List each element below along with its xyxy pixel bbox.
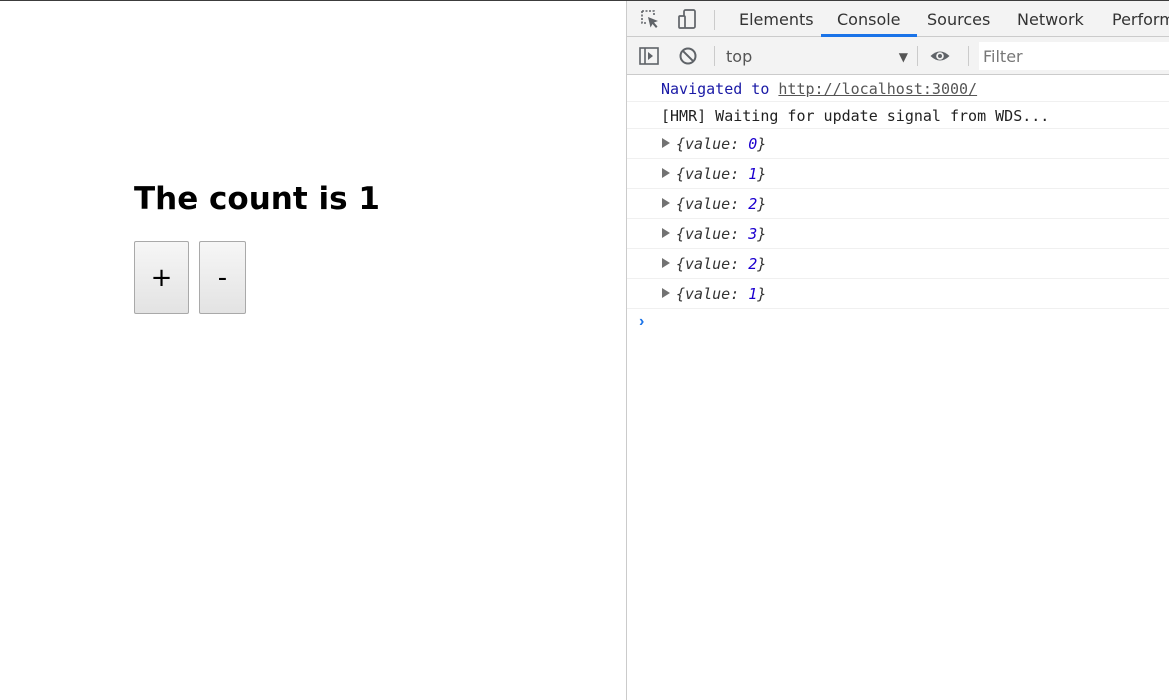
decrement-button[interactable]: - [199, 241, 246, 314]
object-preview: {value: 2} [676, 195, 767, 213]
object-value: 3 [748, 225, 758, 243]
console-object-entry[interactable]: {value: 1} [627, 159, 1169, 189]
tab-elements[interactable]: Elements [723, 1, 830, 37]
filterbar-divider [917, 46, 918, 66]
object-value: 0 [748, 135, 758, 153]
console-object-entry[interactable]: {value: 2} [627, 189, 1169, 219]
clear-console-icon[interactable] [677, 45, 699, 67]
toolbar-divider [714, 10, 715, 30]
prompt-chevron-icon: › [639, 313, 645, 330]
console-object-entry[interactable]: {value: 3} [627, 219, 1169, 249]
filterbar-divider [968, 46, 969, 66]
hmr-message-text: [HMR] Waiting for update signal from WDS… [661, 107, 1050, 125]
tab-console[interactable]: Console [821, 1, 917, 37]
increment-button[interactable]: + [134, 241, 189, 314]
navigated-url-link[interactable]: http://localhost:3000/ [778, 80, 977, 98]
filterbar-divider [714, 46, 715, 66]
navigated-to-label: Navigated to [661, 80, 770, 98]
console-prompt[interactable]: › [627, 309, 1169, 339]
console-messages: Navigated to http://localhost:3000/ [HMR… [627, 75, 1169, 339]
count-heading: The count is 1 [134, 181, 380, 217]
dropdown-arrow-icon: ▼ [898, 50, 908, 64]
expand-triangle-icon[interactable] [662, 168, 670, 178]
object-preview: {value: 1} [676, 165, 767, 183]
console-filter-input[interactable] [979, 42, 1169, 70]
object-value: 1 [748, 285, 758, 303]
devtools-panel: Elements Console Sources Network Perform… [626, 1, 1169, 700]
console-toolbar: top ▼ [627, 37, 1169, 75]
context-selector-value: top [726, 47, 753, 66]
expand-triangle-icon[interactable] [662, 258, 670, 268]
console-object-entry[interactable]: {value: 2} [627, 249, 1169, 279]
live-expression-eye-icon[interactable] [929, 45, 951, 67]
object-preview: {value: 2} [676, 255, 767, 273]
object-preview: {value: 3} [676, 225, 767, 243]
sidebar-toggle-icon[interactable] [638, 45, 660, 67]
console-navigation-message: Navigated to http://localhost:3000/ [627, 75, 1169, 102]
object-value: 2 [748, 255, 758, 273]
devtools-tab-bar: Elements Console Sources Network Perform [627, 1, 1169, 37]
expand-triangle-icon[interactable] [662, 288, 670, 298]
object-preview: {value: 1} [676, 285, 767, 303]
console-object-entry[interactable]: {value: 1} [627, 279, 1169, 309]
console-log-message: [HMR] Waiting for update signal from WDS… [627, 102, 1169, 129]
tab-sources[interactable]: Sources [911, 1, 1006, 37]
tab-network[interactable]: Network [1001, 1, 1100, 37]
console-object-entry[interactable]: {value: 0} [627, 129, 1169, 159]
expand-triangle-icon[interactable] [662, 138, 670, 148]
tab-performance[interactable]: Perform [1096, 1, 1169, 37]
object-preview: {value: 0} [676, 135, 767, 153]
expand-triangle-icon[interactable] [662, 198, 670, 208]
object-value: 1 [748, 165, 758, 183]
context-selector[interactable]: top ▼ [726, 43, 908, 69]
inspect-element-icon[interactable] [639, 8, 661, 30]
device-toolbar-icon[interactable] [676, 8, 698, 30]
page-viewport: The count is 1 + - [0, 1, 626, 700]
expand-triangle-icon[interactable] [662, 228, 670, 238]
object-value: 2 [748, 195, 758, 213]
